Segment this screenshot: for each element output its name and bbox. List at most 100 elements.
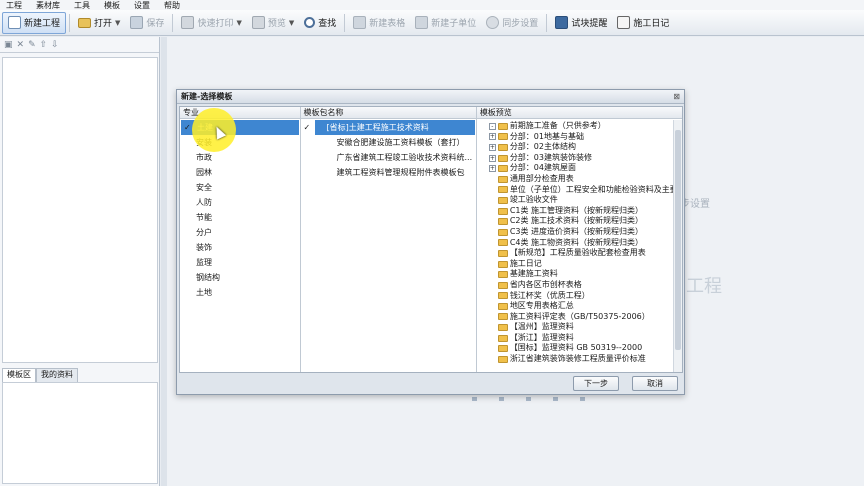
package-item[interactable]: 安徽合肥建设施工资料模板（套打） <box>301 135 476 150</box>
package-column: 模板包名称 ✓ [省标]土建工程施工技术资料 安徽合肥建设施工资料模板（套打） 广东省… <box>300 107 477 372</box>
move-down-icon[interactable]: ⇩ <box>51 40 59 50</box>
menu-settings[interactable]: 设置 <box>134 0 150 11</box>
move-up-icon[interactable]: ⇧ <box>40 40 48 50</box>
rename-icon[interactable]: ✎ <box>28 40 36 50</box>
close-icon[interactable]: ⊠ <box>673 92 680 101</box>
new-project-button[interactable]: 新建工程 <box>2 11 67 34</box>
specialty-column: 专业 ✓土建安装市政园林安全人防节能分户装饰监理钢结构土地 <box>180 107 301 372</box>
toolbar-separator <box>546 13 548 32</box>
toolbar-separator <box>172 13 174 32</box>
tree-node[interactable]: 单位（子单位）工程安全和功能检验资料及主要 <box>489 185 682 196</box>
package-item[interactable]: 建筑工程资料管理规程附件表模板包 <box>301 165 476 180</box>
menu-tools[interactable]: 工具 <box>74 0 90 11</box>
tree-node[interactable]: 通用部分检查用表 <box>489 174 682 185</box>
menu-project[interactable]: 工程 <box>6 0 22 11</box>
menu-bar: 工程 素材库 工具 模板 设置 帮助 <box>0 0 864 10</box>
specialty-label: 分户 <box>196 228 212 237</box>
quick-print-button[interactable]: 快速打印 ▼ <box>176 12 246 34</box>
tree-node[interactable]: C2类 施工技术资料（按新规程归类） <box>489 216 682 227</box>
cancel-button[interactable]: 取消 <box>632 376 678 391</box>
package-label: 建筑工程资料管理规程附件表模板包 <box>336 168 465 177</box>
collapse-icon[interactable]: - <box>488 122 496 130</box>
tab-my-data[interactable]: 我的资料 <box>36 368 78 382</box>
tree-node[interactable]: 【国标】监理资料 GB 50319--2000 <box>489 343 682 354</box>
project-tree[interactable] <box>2 57 158 363</box>
menu-templates[interactable]: 模板 <box>104 0 120 11</box>
tree-node[interactable]: C1类 施工管理资料（按新规程归类） <box>489 206 682 217</box>
tree-node[interactable]: C3类 进度造价资料（按新规程归类） <box>489 227 682 238</box>
dialog-title: 新建-选择模板 <box>181 92 233 101</box>
tree-node[interactable]: + 分部：04建筑屋面 <box>488 163 682 174</box>
tree-node[interactable]: 【浙江】监理资料 <box>489 333 682 344</box>
tree-node[interactable]: 竣工验收文件 <box>489 195 682 206</box>
chevron-down-icon[interactable]: ▼ <box>236 19 241 27</box>
sync-settings-button[interactable]: 同步设置 <box>481 12 543 34</box>
specialty-item[interactable]: 监理 <box>180 255 300 270</box>
tree-node[interactable]: 省内各区市创杯表格 <box>489 280 682 291</box>
tree-node[interactable]: 施工日记 <box>489 259 682 270</box>
tree-node-label: 【国标】监理资料 GB 50319--2000 <box>509 343 643 353</box>
dialog-title-bar[interactable]: 新建-选择模板 ⊠ <box>177 90 684 104</box>
tree-node[interactable]: 浙江省建筑装饰装修工程质量评价标准 <box>489 354 682 365</box>
tree-node[interactable]: 【新规范】工程质量验收配套检查用表 <box>489 248 682 259</box>
expand-icon[interactable]: + <box>488 154 496 162</box>
save-button[interactable]: 保存 <box>125 12 169 34</box>
select-template-dialog: 新建-选择模板 ⊠ 专业 ✓土建安装市政园林安全人防节能分户装饰监理钢结构土地 … <box>176 89 685 395</box>
preview-column: 模板预览 - 前期施工准备（只供参考） + 分部：01地基与基础 + 分部：02主体结构 +… <box>476 107 682 372</box>
specialty-item[interactable]: 市政 <box>180 150 300 165</box>
left-panel-toolbar: ▣ ✕ ✎ ⇧ ⇩ <box>0 37 159 53</box>
next-step-button[interactable]: 下一步 <box>573 376 619 391</box>
new-sub-unit-button[interactable]: 新建子单位 <box>410 12 481 34</box>
expand-icon[interactable]: + <box>488 143 496 151</box>
package-item[interactable]: ✓ [省标]土建工程施工技术资料 <box>304 120 475 135</box>
package-label: [省标]土建工程施工技术资料 <box>326 123 429 132</box>
specialty-item[interactable]: 园林 <box>180 165 300 180</box>
tree-node[interactable]: 施工资料评定表（GB/T50375-2006） <box>489 312 682 323</box>
tree-node[interactable]: 钱江杯奖（优质工程） <box>489 291 682 302</box>
expand-icon[interactable]: + <box>488 165 496 173</box>
specialty-item[interactable]: 节能 <box>180 210 300 225</box>
page-dot[interactable] <box>553 397 558 401</box>
specialty-item[interactable]: 装饰 <box>180 240 300 255</box>
expand-icon[interactable]: + <box>488 133 496 141</box>
tree-node[interactable]: - 前期施工准备（只供参考） <box>488 121 682 132</box>
menu-help[interactable]: 帮助 <box>164 0 180 11</box>
page-dot[interactable] <box>472 397 477 401</box>
specialty-item[interactable]: 土地 <box>180 285 300 300</box>
specialty-item[interactable]: 安全 <box>180 180 300 195</box>
tree-node[interactable]: 基建施工资料 <box>489 269 682 280</box>
new-form-button[interactable]: 新建表格 <box>348 12 410 34</box>
construction-log-button[interactable]: 施工日记 <box>612 12 674 34</box>
tree-node[interactable]: 地区专用表格汇总 <box>489 301 682 312</box>
page-dot[interactable] <box>526 397 531 401</box>
template-area[interactable] <box>2 382 158 484</box>
tab-templates[interactable]: 模板区 <box>2 368 36 382</box>
specialty-item[interactable]: 人防 <box>180 195 300 210</box>
find-button[interactable]: 查找 <box>299 12 341 34</box>
specialty-item[interactable]: 分户 <box>180 225 300 240</box>
menu-material-library[interactable]: 素材库 <box>36 0 60 11</box>
tree-node[interactable]: C4类 施工物资资料（按新规程归类） <box>489 238 682 249</box>
tree-node-label: 施工日记 <box>509 258 542 268</box>
page-dot[interactable] <box>499 397 504 401</box>
tree-node[interactable]: + 分部：03建筑装饰装修 <box>488 153 682 164</box>
package-item[interactable]: 广东省建筑工程竣工验收技术资料统... <box>301 150 476 165</box>
tree-node[interactable]: 【温州】监理资料 <box>489 322 682 333</box>
test-reminder-button[interactable]: 试块提醒 <box>550 12 612 34</box>
folder-icon <box>497 355 508 363</box>
tree-node[interactable]: + 分部：02主体结构 <box>488 142 682 153</box>
panel-toggle-icon[interactable]: ▣ <box>4 40 13 50</box>
folder-icon <box>497 302 508 310</box>
chevron-down-icon[interactable]: ▼ <box>115 19 120 27</box>
preview-scrollbar[interactable] <box>672 120 682 372</box>
tree-node[interactable]: + 分部：01地基与基础 <box>488 132 682 143</box>
page-dot[interactable] <box>580 397 585 401</box>
open-button[interactable]: 打开 ▼ <box>73 12 125 34</box>
preview-button[interactable]: 预览 ▼ <box>247 12 299 34</box>
find-label: 查找 <box>318 19 337 29</box>
specialty-item[interactable]: 钢结构 <box>180 270 300 285</box>
scrollbar-thumb[interactable] <box>674 130 681 350</box>
chevron-down-icon[interactable]: ▼ <box>289 19 294 27</box>
folder-icon <box>497 292 508 300</box>
delete-icon[interactable]: ✕ <box>17 40 25 50</box>
